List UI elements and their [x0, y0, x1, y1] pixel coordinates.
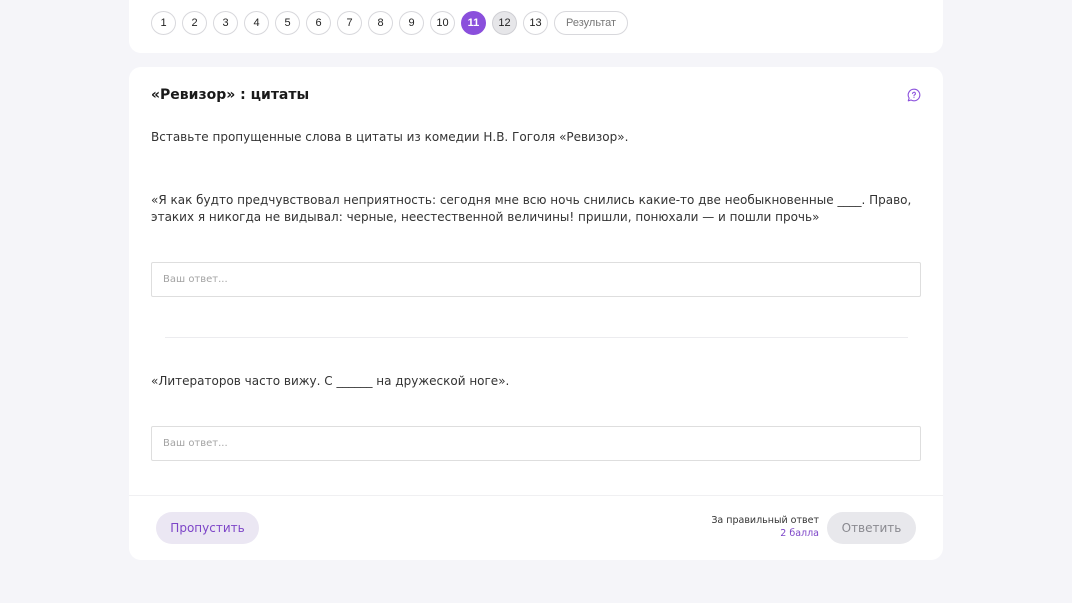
page-10[interactable]: 10 [430, 11, 455, 35]
reward-info: За правильный ответ 2 балла [711, 514, 819, 540]
question-divider [165, 337, 908, 338]
question-2-text: «Литераторов часто вижу. С ______ на дру… [151, 374, 510, 388]
pager: 1 2 3 4 5 6 7 8 9 10 11 12 13 Результат [151, 11, 629, 35]
answer-input-2[interactable] [151, 426, 921, 461]
page-1[interactable]: 1 [151, 11, 176, 35]
page-8[interactable]: 8 [368, 11, 393, 35]
page-7[interactable]: 7 [337, 11, 362, 35]
question-1-text: «Я как будто предчувствовал неприятность… [151, 193, 912, 224]
footer-divider [129, 495, 943, 496]
page-4[interactable]: 4 [244, 11, 269, 35]
page-2[interactable]: 2 [182, 11, 207, 35]
skip-button[interactable]: Пропустить [156, 512, 259, 544]
page-11-current[interactable]: 11 [461, 11, 486, 35]
submit-answer-button[interactable]: Ответить [827, 512, 916, 544]
reward-points: 2 балла [780, 528, 819, 539]
task-card: «Ревизор» : цитаты Вставьте пропущенные … [129, 67, 943, 560]
result-button[interactable]: Результат [554, 11, 629, 35]
answer-input-1[interactable] [151, 262, 921, 297]
page-13[interactable]: 13 [523, 11, 548, 35]
page-6[interactable]: 6 [306, 11, 331, 35]
page-3[interactable]: 3 [213, 11, 238, 35]
page-12[interactable]: 12 [492, 11, 517, 35]
task-instruction: Вставьте пропущенные слова в цитаты из к… [151, 130, 629, 144]
question-navigation: 1 2 3 4 5 6 7 8 9 10 11 12 13 Результат [129, 0, 943, 53]
reward-label: За правильный ответ [711, 515, 819, 526]
comment-icon[interactable] [907, 88, 921, 102]
page-5[interactable]: 5 [275, 11, 300, 35]
task-title: «Ревизор» : цитаты [151, 87, 310, 103]
page-9[interactable]: 9 [399, 11, 424, 35]
